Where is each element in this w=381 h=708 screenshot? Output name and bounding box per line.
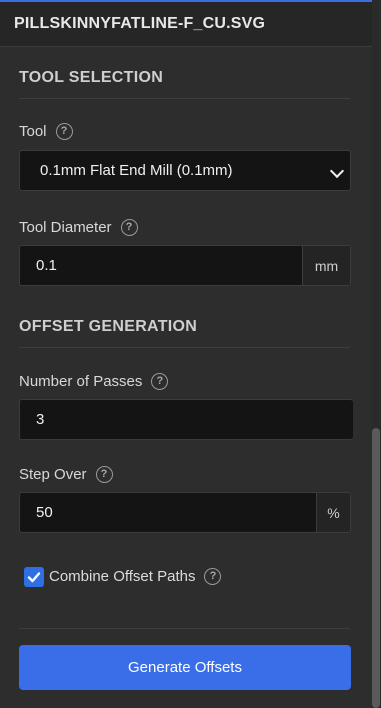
number-of-passes-value: 3 [36, 411, 45, 428]
generate-offsets-button[interactable]: Generate Offsets [19, 645, 351, 690]
check-icon [27, 572, 41, 583]
help-icon[interactable]: ? [55, 123, 73, 140]
help-icon[interactable]: ? [151, 373, 169, 390]
combine-label-row: Combine Offset Paths ? [49, 568, 222, 585]
unit-percent: % [316, 493, 350, 532]
tool-diameter-input[interactable]: 0.1 mm [19, 245, 351, 286]
section-divider [19, 98, 350, 99]
section-title-offset-generation: OFFSET GENERATION [19, 318, 198, 335]
section-divider [19, 628, 350, 629]
section-title-tool-selection: TOOL SELECTION [19, 69, 164, 86]
passes-label-row: Number of Passes ? [19, 373, 169, 390]
file-title: PILLSKINNYFATLINE-F_CU.SVG [14, 15, 266, 32]
tool-diameter-value: 0.1 [36, 257, 57, 274]
tool-diameter-label: Tool Diameter [19, 219, 112, 236]
step-over-value: 50 [36, 504, 53, 521]
diameter-label-row: Tool Diameter ? [19, 219, 138, 236]
help-icon[interactable]: ? [120, 219, 138, 236]
step-over-label: Step Over [19, 466, 87, 483]
chevron-down-icon [329, 163, 345, 179]
number-of-passes-input[interactable]: 3 [19, 399, 353, 440]
step-over-input[interactable]: 50 % [19, 492, 351, 533]
help-icon[interactable]: ? [95, 466, 113, 483]
tool-label-row: Tool ? [19, 123, 73, 140]
combine-offset-paths-label[interactable]: Combine Offset Paths [49, 568, 195, 585]
panel-header: PILLSKINNYFATLINE-F_CU.SVG [0, 2, 372, 47]
section-divider [19, 347, 350, 348]
number-of-passes-label: Number of Passes [19, 373, 143, 390]
scrollbar-thumb[interactable] [372, 428, 380, 708]
tool-select[interactable]: 0.1mm Flat End Mill (0.1mm) [19, 150, 351, 191]
unit-mm: mm [302, 246, 350, 285]
tool-label: Tool [19, 123, 47, 140]
tool-select-value: 0.1mm Flat End Mill (0.1mm) [40, 162, 233, 179]
stepover-label-row: Step Over ? [19, 466, 113, 483]
help-icon[interactable]: ? [204, 568, 222, 585]
combine-offset-paths-checkbox[interactable] [24, 567, 44, 587]
